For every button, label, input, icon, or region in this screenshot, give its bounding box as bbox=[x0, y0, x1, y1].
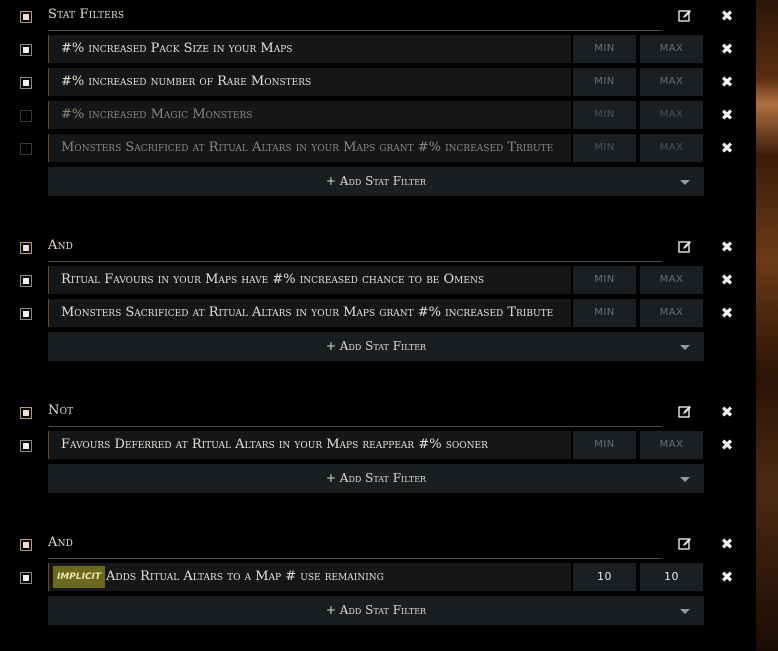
group-underline bbox=[48, 558, 662, 559]
min-input[interactable]: MIN bbox=[573, 35, 636, 63]
max-input[interactable]: MAX bbox=[640, 68, 703, 96]
stat-text: Monsters Sacrificed at Ritual Altars in … bbox=[61, 305, 554, 320]
remove-filter-icon[interactable]: ✖ bbox=[719, 437, 735, 453]
filter-row: #% increased Pack Size in your Maps MIN … bbox=[0, 34, 750, 64]
chevron-down-icon[interactable] bbox=[680, 180, 690, 185]
remove-group-icon[interactable]: ✖ bbox=[719, 404, 735, 420]
group-checkbox[interactable] bbox=[20, 242, 32, 254]
remove-filter-icon[interactable]: ✖ bbox=[719, 272, 735, 288]
chevron-down-icon[interactable] bbox=[680, 345, 690, 350]
chevron-down-icon[interactable] bbox=[680, 477, 690, 482]
group-checkbox[interactable] bbox=[20, 407, 32, 419]
implicit-badge: implicit bbox=[53, 566, 105, 588]
remove-filter-icon[interactable]: ✖ bbox=[719, 107, 735, 123]
filter-checkbox[interactable] bbox=[20, 308, 32, 320]
group-title: Stat Filters bbox=[48, 7, 125, 22]
group-header: Not ✖ bbox=[0, 396, 750, 427]
group-title: Not bbox=[48, 403, 74, 418]
filter-checkbox[interactable] bbox=[20, 572, 32, 584]
filter-row: #% increased number of Rare Monsters MIN… bbox=[0, 67, 750, 97]
filter-row: Monsters Sacrificed at Ritual Altars in … bbox=[0, 133, 750, 163]
filter-row: #% increased Magic Monsters MIN MAX ✖ bbox=[0, 100, 750, 130]
edit-icon[interactable] bbox=[678, 9, 692, 23]
edit-icon[interactable] bbox=[678, 537, 692, 551]
min-input[interactable]: MIN bbox=[573, 101, 636, 129]
remove-group-icon[interactable]: ✖ bbox=[719, 8, 735, 24]
min-input[interactable]: MIN bbox=[573, 299, 636, 327]
stat-text: #% increased Pack Size in your Maps bbox=[61, 41, 293, 56]
group-title: And bbox=[48, 535, 74, 550]
min-input[interactable]: MIN bbox=[573, 134, 636, 162]
background-artwork bbox=[756, 0, 778, 651]
stat-field[interactable]: Favours Deferred at Ritual Altars in you… bbox=[48, 431, 571, 459]
add-stat-filter-button[interactable]: + Add Stat Filter bbox=[48, 167, 704, 196]
remove-filter-icon[interactable]: ✖ bbox=[719, 41, 735, 57]
filter-row: Ritual Favours in your Maps have #% incr… bbox=[0, 265, 750, 295]
stat-field[interactable]: #% increased Magic Monsters bbox=[48, 101, 571, 129]
max-input[interactable]: MAX bbox=[640, 35, 703, 63]
add-stat-filter-label: + Add Stat Filter bbox=[325, 174, 427, 188]
max-input[interactable]: MAX bbox=[640, 299, 703, 327]
remove-filter-icon[interactable]: ✖ bbox=[719, 140, 735, 156]
add-stat-filter-button[interactable]: + Add Stat Filter bbox=[48, 596, 704, 625]
edit-icon[interactable] bbox=[678, 405, 692, 419]
group-underline bbox=[48, 261, 662, 262]
max-input[interactable]: MAX bbox=[640, 101, 703, 129]
filter-checkbox[interactable] bbox=[20, 110, 32, 122]
stat-field[interactable]: Ritual Favours in your Maps have #% incr… bbox=[48, 266, 571, 294]
stat-text: Adds Ritual Altars to a Map # use remain… bbox=[106, 569, 384, 584]
min-input[interactable]: 10 bbox=[573, 563, 636, 591]
group-header: Stat Filters ✖ bbox=[0, 0, 750, 31]
remove-filter-icon[interactable]: ✖ bbox=[719, 74, 735, 90]
min-input[interactable]: MIN bbox=[573, 68, 636, 96]
group-underline bbox=[48, 30, 662, 31]
stat-field[interactable]: implicit Adds Ritual Altars to a Map # u… bbox=[48, 563, 571, 591]
stat-field[interactable]: Monsters Sacrificed at Ritual Altars in … bbox=[48, 134, 571, 162]
add-stat-filter-button[interactable]: + Add Stat Filter bbox=[48, 332, 704, 361]
edit-icon[interactable] bbox=[678, 240, 692, 254]
group-title: And bbox=[48, 238, 74, 253]
add-stat-filter-label: + Add Stat Filter bbox=[325, 471, 427, 485]
filter-row: Favours Deferred at Ritual Altars in you… bbox=[0, 430, 750, 460]
group-header: And ✖ bbox=[0, 231, 750, 262]
group-checkbox[interactable] bbox=[20, 11, 32, 23]
min-input[interactable]: MIN bbox=[573, 431, 636, 459]
stat-text: Favours Deferred at Ritual Altars in you… bbox=[61, 437, 488, 452]
add-stat-filter-button[interactable]: + Add Stat Filter bbox=[48, 464, 704, 493]
min-input[interactable]: MIN bbox=[573, 266, 636, 294]
filter-checkbox[interactable] bbox=[20, 275, 32, 287]
stat-field[interactable]: #% increased Pack Size in your Maps bbox=[48, 35, 571, 63]
max-input[interactable]: MAX bbox=[640, 431, 703, 459]
filter-checkbox[interactable] bbox=[20, 44, 32, 56]
max-input[interactable]: MAX bbox=[640, 266, 703, 294]
filter-checkbox[interactable] bbox=[20, 143, 32, 155]
stat-field[interactable]: #% increased number of Rare Monsters bbox=[48, 68, 571, 96]
group-header: And ✖ bbox=[0, 528, 750, 559]
max-input[interactable]: 10 bbox=[640, 563, 703, 591]
stat-field[interactable]: Monsters Sacrificed at Ritual Altars in … bbox=[48, 299, 571, 327]
remove-filter-icon[interactable]: ✖ bbox=[719, 569, 735, 585]
stat-text: #% increased Magic Monsters bbox=[61, 107, 253, 122]
max-input[interactable]: MAX bbox=[640, 134, 703, 162]
filter-checkbox[interactable] bbox=[20, 77, 32, 89]
remove-group-icon[interactable]: ✖ bbox=[719, 239, 735, 255]
group-checkbox[interactable] bbox=[20, 539, 32, 551]
stat-text: Ritual Favours in your Maps have #% incr… bbox=[61, 272, 484, 287]
add-stat-filter-label: + Add Stat Filter bbox=[325, 603, 427, 617]
chevron-down-icon[interactable] bbox=[680, 609, 690, 614]
stat-text: #% increased number of Rare Monsters bbox=[61, 74, 312, 89]
group-underline bbox=[48, 426, 662, 427]
add-stat-filter-label: + Add Stat Filter bbox=[325, 339, 427, 353]
filter-checkbox[interactable] bbox=[20, 440, 32, 452]
remove-group-icon[interactable]: ✖ bbox=[719, 536, 735, 552]
remove-filter-icon[interactable]: ✖ bbox=[719, 305, 735, 321]
filter-row: Monsters Sacrificed at Ritual Altars in … bbox=[0, 298, 750, 328]
stat-text: Monsters Sacrificed at Ritual Altars in … bbox=[61, 140, 554, 155]
filter-row: implicit Adds Ritual Altars to a Map # u… bbox=[0, 562, 750, 592]
